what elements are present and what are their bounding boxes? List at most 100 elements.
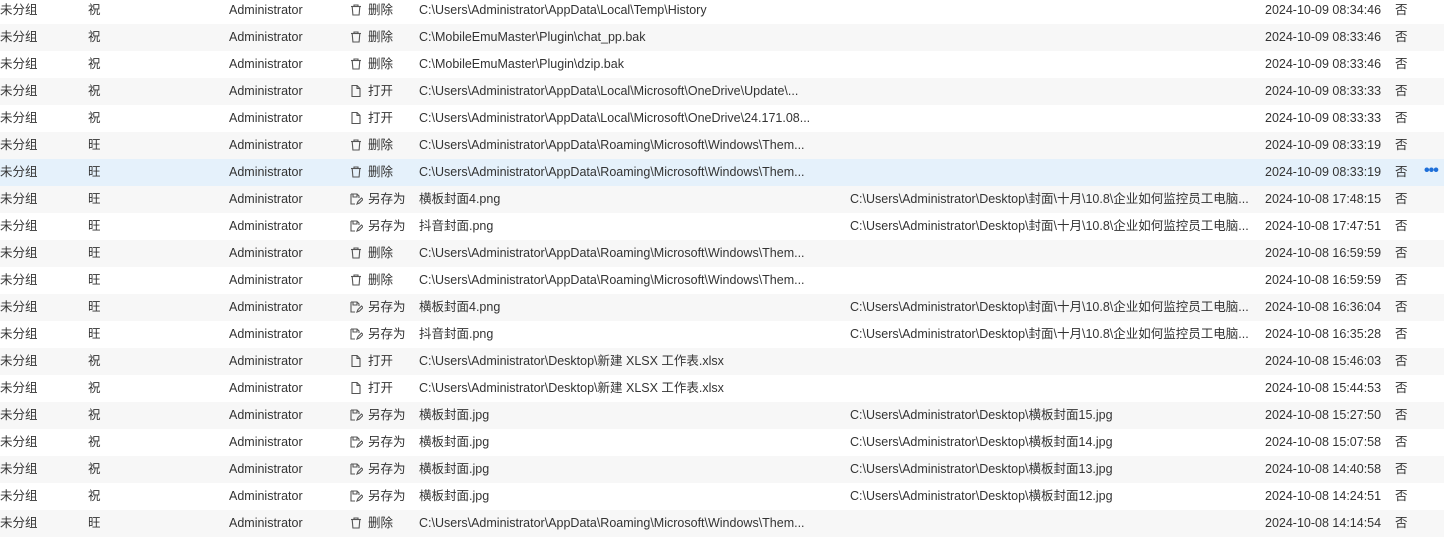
group-cell: 未分组 (0, 30, 38, 44)
timestamp-cell: 2024-10-08 16:59:59 (1265, 273, 1382, 287)
group-cell: 未分组 (0, 462, 38, 476)
table-row[interactable]: 未分组 旺 Administrator 删除 C:\Users\Administ… (0, 159, 1444, 186)
destination-path-cell: C:\Users\Administrator\Desktop\封面\十月\10.… (850, 300, 1249, 314)
group-cell: 未分组 (0, 138, 38, 152)
operation-cell: 另存为 (349, 321, 415, 348)
destination-path-cell: C:\Users\Administrator\Desktop\封面\十月\10.… (850, 219, 1249, 233)
destination-path-cell: C:\Users\Administrator\Desktop\横板封面14.jp… (850, 435, 1113, 449)
destination-path-cell (850, 159, 1260, 186)
table-row[interactable]: 未分组 旺 Administrator 删除 C:\Users\Administ… (0, 510, 1444, 537)
user-cell: Administrator (229, 111, 303, 125)
table-row[interactable]: 未分组 祝 Administrator 打开 C:\Users\Administ… (0, 348, 1444, 375)
user-cell: Administrator (229, 273, 303, 287)
table-row[interactable]: 未分组 旺 Administrator 另存为 抖音封面.png C:\User… (0, 321, 1444, 348)
file-path-cell: C:\Users\Administrator\AppData\Local\Mic… (419, 111, 811, 125)
file-path-cell: 横板封面.jpg (419, 435, 490, 449)
table-row[interactable]: 未分组 祝 Administrator 另存为 横板封面.jpg C:\User… (0, 456, 1444, 483)
flag-cell: 否 (1395, 435, 1408, 449)
destination-path-cell (850, 240, 1260, 267)
file-path-cell: C:\Users\Administrator\AppData\Roaming\M… (419, 138, 805, 152)
group-cell: 未分组 (0, 489, 38, 503)
computer-cell: 旺 (88, 138, 101, 152)
trash-icon (349, 165, 363, 179)
group-cell: 未分组 (0, 84, 38, 98)
destination-path-cell: C:\Users\Administrator\Desktop\横板封面13.jp… (850, 462, 1113, 476)
file-path-cell: 横板封面4.png (419, 192, 501, 206)
table-row[interactable]: 未分组 旺 Administrator 删除 C:\Users\Administ… (0, 132, 1444, 159)
table-row[interactable]: 未分组 旺 Administrator 删除 C:\Users\Administ… (0, 240, 1444, 267)
flag-cell: 否 (1395, 354, 1408, 368)
file-path-cell: C:\Users\Administrator\Desktop\新建 XLSX 工… (419, 381, 724, 395)
file-path-cell: 抖音封面.png (419, 219, 494, 233)
operation-cell: 另存为 (349, 483, 415, 510)
file-path-cell: 横板封面.jpg (419, 462, 490, 476)
table-row[interactable]: 未分组 旺 Administrator 另存为 横板封面4.png C:\Use… (0, 186, 1444, 213)
operation-cell: 删除 (349, 159, 415, 186)
group-cell: 未分组 (0, 273, 38, 287)
destination-path-cell (850, 375, 1260, 402)
user-cell: Administrator (229, 138, 303, 152)
group-cell: 未分组 (0, 111, 38, 125)
table-row[interactable]: 未分组 旺 Administrator 另存为 横板封面4.png C:\Use… (0, 294, 1444, 321)
operation-label: 打开 (368, 381, 394, 395)
timestamp-cell: 2024-10-09 08:33:46 (1265, 30, 1382, 44)
computer-cell: 祝 (88, 354, 101, 368)
save-as-icon (349, 462, 363, 476)
save-as-icon (349, 408, 363, 422)
table-row[interactable]: 未分组 祝 Administrator 删除 C:\MobileEmuMaste… (0, 24, 1444, 51)
table-row[interactable]: 未分组 祝 Administrator 打开 C:\Users\Administ… (0, 375, 1444, 402)
table-row[interactable]: 未分组 祝 Administrator 打开 C:\Users\Administ… (0, 105, 1444, 132)
operation-label: 删除 (368, 138, 394, 152)
operation-label: 另存为 (368, 435, 406, 449)
timestamp-cell: 2024-10-08 15:44:53 (1265, 381, 1382, 395)
timestamp-cell: 2024-10-08 17:48:15 (1265, 192, 1382, 206)
user-cell: Administrator (229, 3, 303, 17)
computer-cell: 旺 (88, 192, 101, 206)
table-row[interactable]: 未分组 祝 Administrator 另存为 横板封面.jpg C:\User… (0, 429, 1444, 456)
operation-cell: 删除 (349, 132, 415, 159)
computer-cell: 祝 (88, 3, 101, 17)
operation-label: 另存为 (368, 489, 406, 503)
operation-label: 删除 (368, 165, 394, 179)
table-row[interactable]: 未分组 祝 Administrator 另存为 横板封面.jpg C:\User… (0, 402, 1444, 429)
timestamp-cell: 2024-10-08 15:46:03 (1265, 354, 1382, 368)
operation-label: 删除 (368, 3, 394, 17)
table-row[interactable]: 未分组 祝 Administrator 删除 C:\MobileEmuMaste… (0, 51, 1444, 78)
group-cell: 未分组 (0, 246, 38, 260)
group-cell: 未分组 (0, 165, 38, 179)
computer-cell: 旺 (88, 327, 101, 341)
flag-cell: 否 (1395, 219, 1408, 233)
document-icon (349, 381, 363, 395)
computer-cell: 旺 (88, 165, 101, 179)
operation-cell: 删除 (349, 510, 415, 537)
table-row[interactable]: 未分组 祝 Administrator 删除 C:\Users\Administ… (0, 0, 1444, 24)
operation-label: 另存为 (368, 192, 406, 206)
user-cell: Administrator (229, 435, 303, 449)
user-cell: Administrator (229, 489, 303, 503)
timestamp-cell: 2024-10-09 08:33:19 (1265, 138, 1382, 152)
computer-cell: 祝 (88, 30, 101, 44)
group-cell: 未分组 (0, 57, 38, 71)
flag-cell: 否 (1395, 165, 1408, 179)
operation-cell: 打开 (349, 105, 415, 132)
operation-label: 另存为 (368, 408, 406, 422)
destination-path-cell (850, 132, 1260, 159)
timestamp-cell: 2024-10-08 15:27:50 (1265, 408, 1382, 422)
computer-cell: 旺 (88, 273, 101, 287)
table-row[interactable]: 未分组 旺 Administrator 删除 C:\Users\Administ… (0, 267, 1444, 294)
file-operation-log-table: 未分组 祝 Administrator 删除 C:\Users\Administ… (0, 0, 1444, 537)
timestamp-cell: 2024-10-08 14:24:51 (1265, 489, 1382, 503)
table-row[interactable]: 未分组 祝 Administrator 打开 C:\Users\Administ… (0, 78, 1444, 105)
more-options-icon[interactable]: ••• (1424, 157, 1444, 184)
table-row[interactable]: 未分组 旺 Administrator 另存为 抖音封面.png C:\User… (0, 213, 1444, 240)
document-icon (349, 354, 363, 368)
computer-cell: 祝 (88, 435, 101, 449)
file-path-cell: C:\MobileEmuMaster\Plugin\chat_pp.bak (419, 30, 646, 44)
operation-label: 另存为 (368, 462, 406, 476)
flag-cell: 否 (1395, 3, 1408, 17)
trash-icon (349, 516, 363, 530)
table-row[interactable]: 未分组 祝 Administrator 另存为 横板封面.jpg C:\User… (0, 483, 1444, 510)
flag-cell: 否 (1395, 489, 1408, 503)
operation-label: 打开 (368, 84, 394, 98)
operation-cell: 打开 (349, 348, 415, 375)
